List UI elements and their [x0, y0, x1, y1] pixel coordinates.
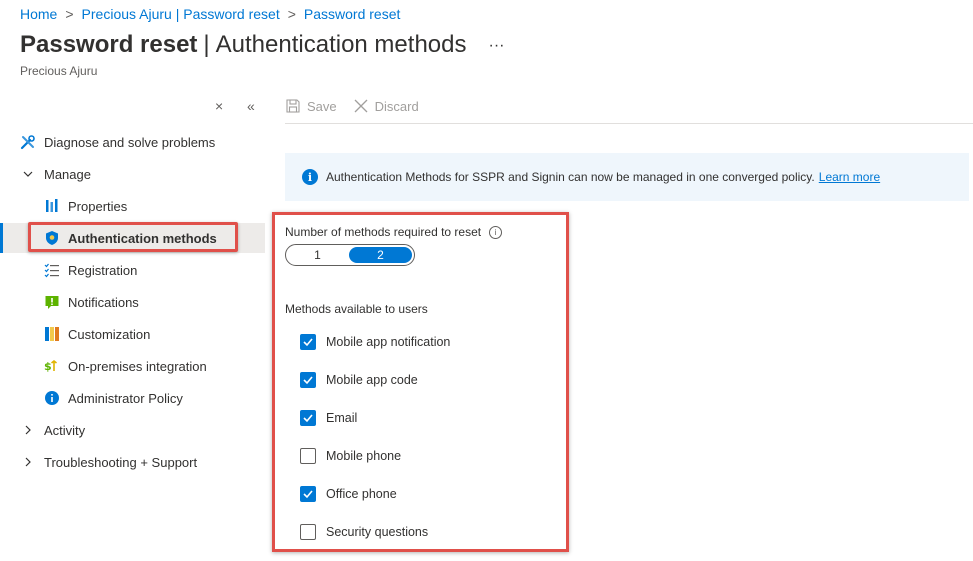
breadcrumb: Home > Precious Ajuru | Password reset > Pas… [20, 6, 400, 22]
chevron-down-icon [20, 166, 36, 182]
selected-item-indicator [0, 223, 3, 253]
sidebar-item-administrator-policy[interactable]: Administrator Policy [44, 384, 183, 412]
title-divider: | [203, 31, 210, 58]
customization-icon [44, 326, 60, 342]
sidebar-item-label: Notifications [68, 294, 139, 310]
breadcrumb-password-reset[interactable]: Password reset [304, 6, 400, 22]
sidebar-item-registration[interactable]: Registration [44, 256, 137, 284]
highlight-outline-authentication-methods [28, 222, 238, 252]
info-banner-text: Authentication Methods for SSPR and Sign… [326, 170, 815, 184]
chevron-right-icon [20, 454, 36, 470]
svg-text:$: $ [44, 360, 52, 373]
pin-icon[interactable]: × [215, 98, 223, 114]
learn-more-link[interactable]: Learn more [819, 170, 880, 184]
wrench-icon [20, 134, 36, 150]
breadcrumb-separator: > [287, 6, 296, 22]
sidebar-item-on-premises-integration[interactable]: $ On-premises integration [44, 352, 207, 380]
notification-icon [44, 294, 60, 310]
save-icon [286, 99, 300, 113]
page-title-main: Password reset [20, 31, 198, 58]
sidebar-item-properties[interactable]: Properties [44, 192, 127, 220]
info-icon [44, 390, 60, 406]
save-button[interactable]: Save [285, 98, 337, 114]
sidebar-item-label: Administrator Policy [68, 390, 183, 406]
sidebar-item-label: Activity [44, 422, 86, 438]
command-bar: Save Discard [285, 92, 435, 120]
sidebar-group-troubleshooting[interactable]: Troubleshooting + Support [20, 448, 197, 476]
toolbar-divider [285, 123, 973, 124]
page-title-section: Authentication methods [215, 31, 467, 58]
sidebar-group-manage[interactable]: Manage [20, 160, 91, 188]
discard-button[interactable]: Discard [353, 98, 419, 114]
breadcrumb-home[interactable]: Home [20, 6, 57, 22]
page-subtitle: Precious Ajuru [20, 64, 98, 78]
info-icon: i [302, 169, 318, 185]
sidebar-item-label: On-premises integration [68, 358, 207, 374]
sidebar-group-activity[interactable]: Activity [20, 416, 85, 444]
sidebar-item-label: Customization [68, 326, 151, 342]
info-banner: i Authentication Methods for SSPR and Si… [285, 153, 969, 201]
more-options-icon[interactable]: ··· [488, 37, 504, 54]
page-title: Password reset | Authentication methods ··· [20, 31, 504, 59]
checklist-icon [44, 262, 60, 278]
breadcrumb-separator: > [65, 6, 74, 22]
sidebar-item-label: Registration [68, 262, 138, 278]
sidebar-item-customization[interactable]: Customization [44, 320, 150, 348]
sidebar-item-diagnose[interactable]: Diagnose and solve problems [20, 128, 215, 156]
sidebar-item-notifications[interactable]: Notifications [44, 288, 139, 316]
sidebar-item-label: Manage [44, 166, 91, 182]
close-icon [354, 99, 368, 113]
breadcrumb-password-reset-parent[interactable]: Precious Ajuru | Password reset [82, 6, 280, 22]
discard-label: Discard [374, 98, 419, 114]
save-label: Save [307, 98, 337, 114]
collapse-sidebar-icon[interactable]: « [247, 98, 255, 114]
properties-icon [44, 198, 60, 214]
integration-icon: $ [44, 358, 60, 374]
highlight-outline-form [272, 212, 569, 552]
sidebar-item-label: Properties [68, 198, 128, 214]
sidebar-item-label: Diagnose and solve problems [44, 134, 216, 150]
sidebar-item-label: Troubleshooting + Support [44, 454, 198, 470]
chevron-right-icon [20, 422, 36, 438]
